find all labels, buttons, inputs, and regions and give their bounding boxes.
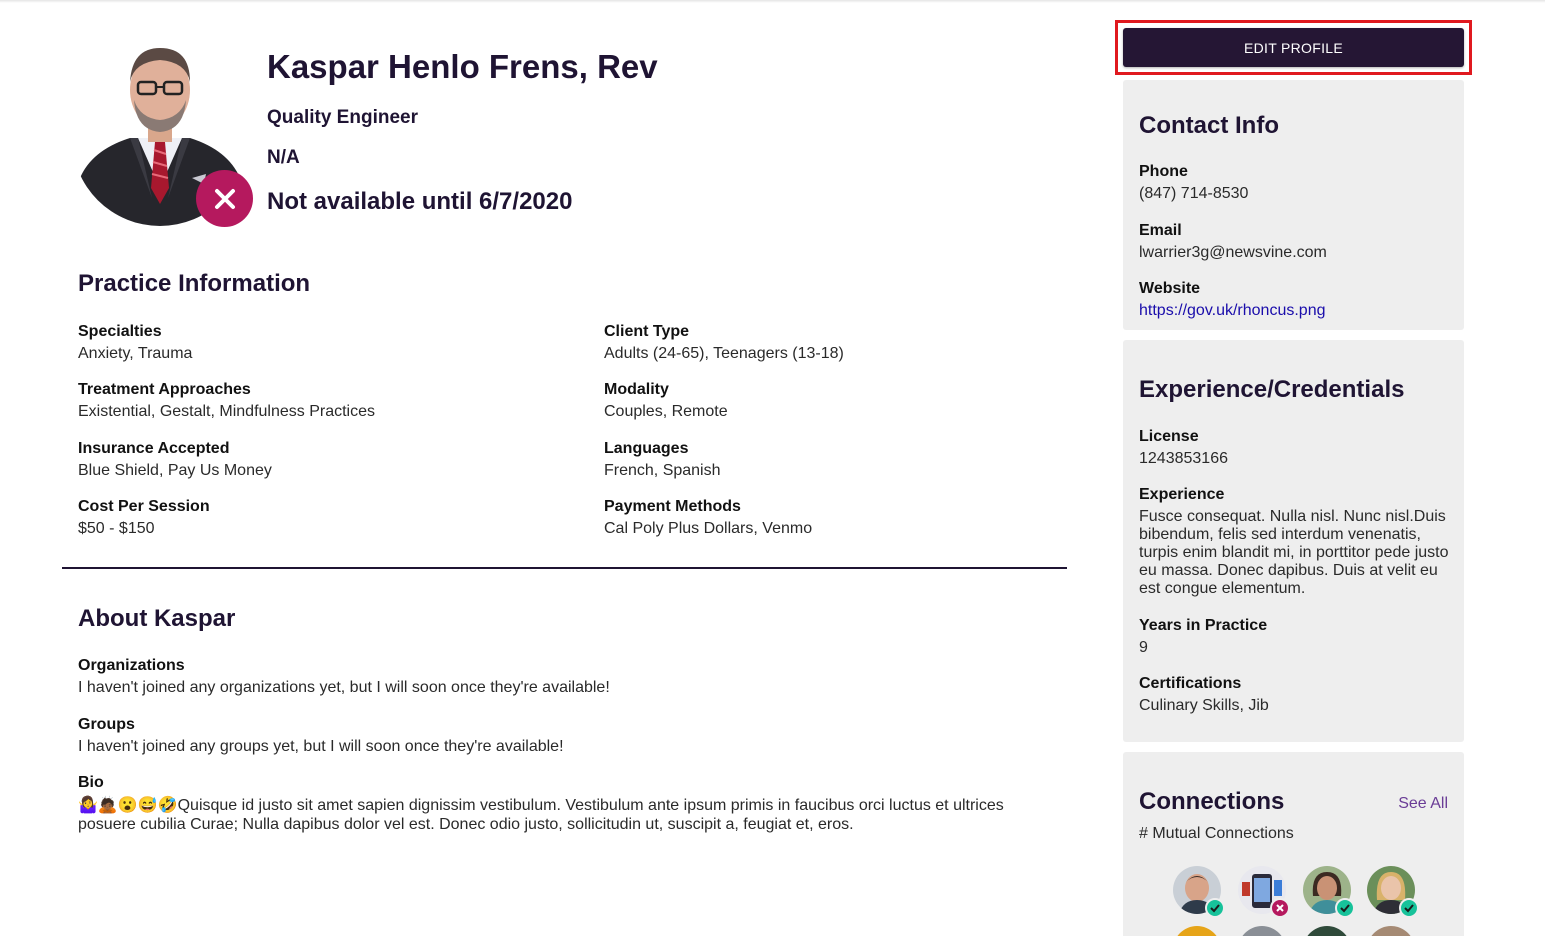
connection-status-badge: [1335, 898, 1355, 918]
field-cost-per-session: Cost Per Session $50 - $150: [78, 497, 578, 538]
availability-status: Not available until 6/7/2020: [267, 188, 573, 215]
edit-profile-button[interactable]: EDIT PROFILE: [1123, 28, 1464, 67]
field-label: Client Type: [604, 323, 690, 340]
field-value: Blue Shield, Pay Us Money: [78, 462, 272, 479]
certifications-value: Culinary Skills, Jib: [1139, 697, 1269, 714]
credential-certifications: Certifications Culinary Skills, Jib: [1139, 674, 1454, 715]
check-icon: [1210, 904, 1220, 913]
credential-license: License 1243853166: [1139, 427, 1454, 468]
field-value: Anxiety, Trauma: [78, 345, 193, 362]
field-modality: Modality Couples, Remote: [604, 380, 1104, 421]
connections-title: Connections: [1139, 788, 1285, 815]
field-label: Insurance Accepted: [78, 440, 230, 457]
connection-status-badge: [1399, 898, 1419, 918]
connection-avatar[interactable]: [1367, 926, 1415, 936]
connection-avatar[interactable]: [1303, 926, 1351, 936]
field-bio: Bio 🤷‍♀️🙇🏾😮😅🤣Quisque id justo sit amet s…: [78, 773, 1058, 834]
experience-value: Fusce consequat. Nulla nisl. Nunc nisl.D…: [1139, 508, 1449, 597]
contact-email: Email lwarrier3g@newsvine.com: [1139, 221, 1454, 262]
field-label: Groups: [78, 716, 135, 733]
profile-avatar-container: [72, 38, 253, 228]
credential-years: Years in Practice 9: [1139, 616, 1454, 657]
field-value: French, Spanish: [604, 462, 721, 479]
field-value: Adults (24-65), Teenagers (13-18): [604, 345, 844, 362]
practice-section-title: Practice Information: [78, 270, 311, 297]
field-label: Modality: [604, 381, 669, 398]
section-divider: [62, 567, 1067, 569]
field-label: Website: [1139, 280, 1201, 297]
contact-info-card: Contact Info Phone (847) 714-8530 Email …: [1123, 80, 1464, 330]
check-icon: [1404, 904, 1414, 913]
experience-credentials-card: Experience/Credentials License 124385316…: [1123, 340, 1464, 742]
field-label: Email: [1139, 222, 1182, 239]
email-value: lwarrier3g@newsvine.com: [1139, 244, 1327, 261]
contact-phone: Phone (847) 714-8530: [1139, 162, 1454, 203]
field-payment-methods: Payment Methods Cal Poly Plus Dollars, V…: [604, 497, 1104, 538]
see-all-connections-link[interactable]: See All: [1398, 795, 1448, 813]
credential-experience: Experience Fusce consequat. Nulla nisl. …: [1139, 485, 1454, 598]
field-label: Experience: [1139, 486, 1225, 503]
field-label: License: [1139, 428, 1199, 445]
field-label: Certifications: [1139, 675, 1242, 692]
field-value: Existential, Gestalt, Mindfulness Practi…: [78, 403, 376, 420]
bio-text: 🤷‍♀️🙇🏾😮😅🤣Quisque id justo sit amet sapie…: [78, 797, 1004, 833]
field-value: I haven't joined any organizations yet, …: [78, 679, 610, 696]
close-icon: [1276, 904, 1284, 912]
profile-affiliation: N/A: [267, 147, 300, 168]
profile-role: Quality Engineer: [267, 107, 418, 128]
field-value: $50 - $150: [78, 520, 155, 537]
connection-status-badge: [1205, 898, 1225, 918]
mutual-connections-count: # Mutual Connections: [1139, 825, 1294, 842]
field-languages: Languages French, Spanish: [604, 439, 1104, 480]
field-value: Cal Poly Plus Dollars, Venmo: [604, 520, 813, 537]
top-border: [0, 0, 1545, 3]
field-label: Languages: [604, 440, 689, 457]
field-insurance-accepted: Insurance Accepted Blue Shield, Pay Us M…: [78, 439, 578, 480]
about-section-title: About Kaspar: [78, 605, 236, 632]
phone-value: (847) 714-8530: [1139, 185, 1249, 202]
field-label: Phone: [1139, 163, 1188, 180]
field-label: Specialties: [78, 323, 162, 340]
contact-info-title: Contact Info: [1139, 112, 1279, 139]
field-client-type: Client Type Adults (24-65), Teenagers (1…: [604, 322, 1104, 363]
field-groups: Groups I haven't joined any groups yet, …: [78, 715, 1058, 756]
unavailable-status-icon: [196, 170, 253, 227]
contact-website: Website https://gov.uk/rhoncus.png: [1139, 279, 1454, 320]
years-value: 9: [1139, 639, 1148, 656]
license-value: 1243853166: [1139, 450, 1228, 467]
connections-card: Connections See All # Mutual Connections: [1123, 752, 1464, 936]
field-specialties: Specialties Anxiety, Trauma: [78, 322, 578, 363]
field-value: I haven't joined any groups yet, but I w…: [78, 738, 564, 755]
experience-credentials-title: Experience/Credentials: [1139, 376, 1405, 403]
connection-avatar[interactable]: [1173, 926, 1221, 936]
field-label: Years in Practice: [1139, 617, 1268, 634]
field-label: Organizations: [78, 657, 185, 674]
profile-name: Kaspar Henlo Frens, Rev: [267, 48, 658, 85]
check-icon: [1340, 904, 1350, 913]
field-treatment-approaches: Treatment Approaches Existential, Gestal…: [78, 380, 578, 421]
field-value: Couples, Remote: [604, 403, 728, 420]
field-label: Bio: [78, 774, 104, 791]
field-organizations: Organizations I haven't joined any organ…: [78, 656, 1058, 697]
field-label: Treatment Approaches: [78, 381, 251, 398]
close-icon: [214, 188, 235, 209]
connection-status-badge: [1270, 898, 1290, 918]
connection-avatar[interactable]: [1238, 926, 1286, 936]
field-label: Cost Per Session: [78, 498, 210, 515]
website-link[interactable]: https://gov.uk/rhoncus.png: [1139, 302, 1325, 319]
field-label: Payment Methods: [604, 498, 741, 515]
